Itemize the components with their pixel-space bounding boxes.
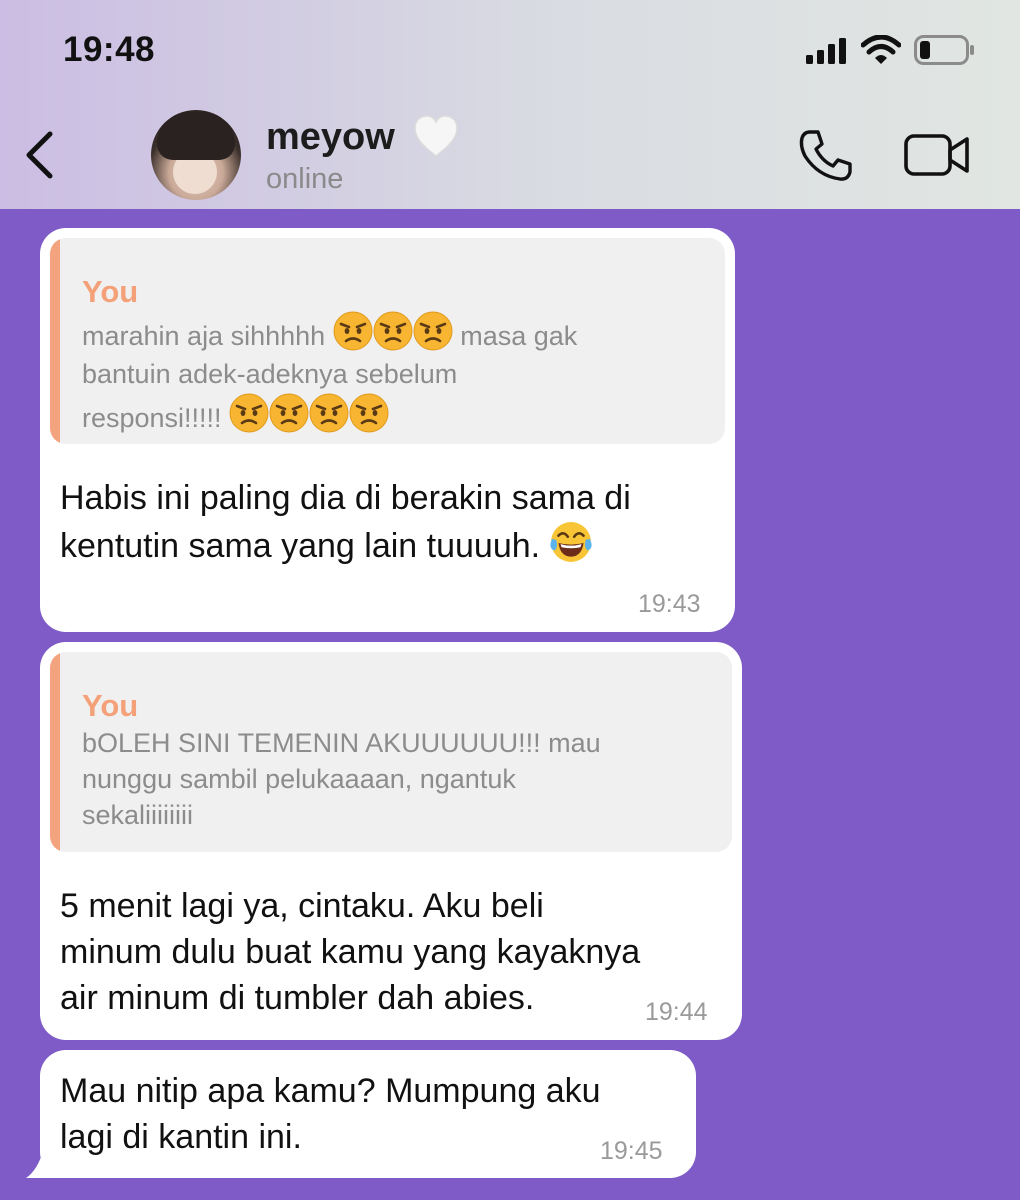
contact-name[interactable]: meyow xyxy=(266,116,395,159)
message-line: Habis ini paling dia di berakin sama di xyxy=(60,479,631,517)
angry-emoji-icon xyxy=(372,311,413,351)
quote-author: You xyxy=(82,688,139,723)
back-chevron-icon[interactable] xyxy=(22,130,58,180)
wifi-icon xyxy=(861,35,901,64)
angry-emoji-icon xyxy=(309,393,350,433)
quote-accent-bar xyxy=(50,238,60,444)
message-time: 19:43 xyxy=(638,590,701,618)
message-text: Mau nitip apa kamu? Mumpung aku lagi di … xyxy=(60,1068,601,1160)
heart-icon xyxy=(414,115,458,157)
phone-icon[interactable] xyxy=(798,128,854,184)
quote-line: sekaliiiiiiii xyxy=(82,800,194,830)
message-line: minum dulu buat kamu yang kayaknya xyxy=(60,933,641,971)
reply-quote[interactable]: You bOLEH SINI TEMENIN AKUUUUUU!!! mau n… xyxy=(50,652,732,852)
angry-emoji-icon xyxy=(349,393,390,433)
contact-status: online xyxy=(266,163,344,195)
message-line: air minum di tumbler dah abies. xyxy=(60,979,535,1017)
message-line: Mau nitip apa kamu? Mumpung aku xyxy=(60,1072,601,1110)
avatar-hair xyxy=(157,112,235,160)
top-bar: 19:48 meyow online xyxy=(0,0,1020,209)
message-text: Habis ini paling dia di berakin sama di … xyxy=(60,475,631,569)
angry-emoji-icon xyxy=(332,311,373,351)
message-bubble[interactable]: You marahin aja sihhhhh masa gak bantuin… xyxy=(40,228,735,632)
quote-text: bOLEH SINI TEMENIN AKUUUUUU!!! mau nungg… xyxy=(82,725,601,833)
message-line: lagi di kantin ini. xyxy=(60,1118,302,1156)
message-line: 5 menit lagi ya, cintaku. Aku beli xyxy=(60,887,544,925)
angry-emoji-icon xyxy=(412,311,453,351)
message-time: 19:44 xyxy=(645,998,708,1026)
signal-icon xyxy=(806,38,846,64)
message-line: kentutin sama yang lain tuuuuh. xyxy=(60,527,541,565)
status-time: 19:48 xyxy=(63,30,156,69)
reply-quote[interactable]: You marahin aja sihhhhh masa gak bantuin… xyxy=(50,238,725,444)
battery-icon xyxy=(914,35,974,65)
message-text: 5 menit lagi ya, cintaku. Aku beli minum… xyxy=(60,883,640,1021)
angry-emoji-icon xyxy=(229,393,270,433)
quote-line: masa gak xyxy=(460,321,578,351)
quote-line: nunggu sambil pelukaaaan, ngantuk xyxy=(82,764,516,794)
quote-text: marahin aja sihhhhh masa gak bantuin ade… xyxy=(82,311,577,437)
bubble-tail-icon xyxy=(26,1148,64,1178)
quote-line: responsi!!!!! xyxy=(82,403,222,433)
message-time: 19:45 xyxy=(600,1137,663,1165)
angry-emoji-icon xyxy=(269,393,310,433)
quote-line: marahin aja sihhhhh xyxy=(82,321,326,351)
quote-line: bantuin adek-adeknya sebelum xyxy=(82,359,458,389)
message-bubble[interactable]: You bOLEH SINI TEMENIN AKUUUUUU!!! mau n… xyxy=(40,642,742,1040)
video-call-icon[interactable] xyxy=(904,132,970,178)
quote-author: You xyxy=(82,274,139,309)
quote-accent-bar xyxy=(50,652,60,852)
avatar[interactable] xyxy=(151,110,241,200)
message-bubble[interactable]: Mau nitip apa kamu? Mumpung aku lagi di … xyxy=(40,1050,696,1178)
quote-line: bOLEH SINI TEMENIN AKUUUUUU!!! mau xyxy=(82,728,601,758)
laughing-emoji-icon xyxy=(549,521,592,563)
